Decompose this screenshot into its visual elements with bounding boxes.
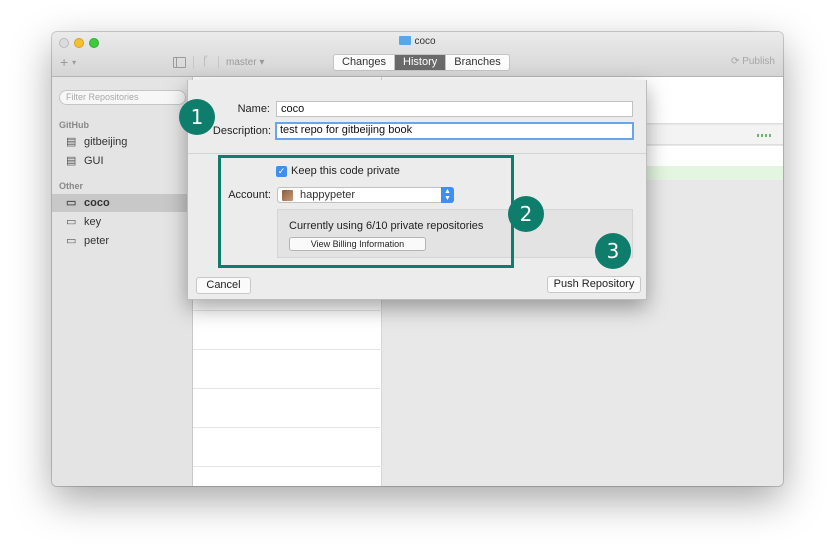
tab-changes[interactable]: Changes	[334, 55, 396, 70]
computer-icon: ▭	[66, 197, 77, 209]
sidebar-item-gui[interactable]: ▤ GUI	[52, 152, 193, 170]
toolbar-divider	[218, 56, 219, 69]
window-title-text: coco	[414, 36, 436, 47]
list-divider	[193, 427, 382, 428]
publish-button[interactable]: ⟳ Publish	[731, 56, 775, 67]
book-icon: ▤	[66, 155, 77, 167]
list-divider	[193, 466, 382, 467]
sync-icon: ⟳	[731, 56, 740, 67]
cancel-button[interactable]: Cancel	[196, 277, 251, 294]
name-input[interactable]: coco	[276, 101, 633, 117]
tab-history[interactable]: History	[395, 55, 447, 70]
plus-icon: +	[60, 54, 69, 70]
list-divider	[193, 310, 382, 311]
computer-icon: ▭	[66, 216, 77, 228]
push-repository-button[interactable]: Push Repository	[547, 276, 641, 293]
sidebar-item-gitbeijing[interactable]: ▤ gitbeijing	[52, 133, 193, 151]
annotation-badge-3: 3	[595, 233, 631, 269]
repo-label: gitbeijing	[84, 136, 128, 148]
diff-stat-indicator	[757, 134, 773, 137]
filter-repositories-input[interactable]: Filter Repositories	[59, 90, 186, 105]
dialog-fields-section	[188, 80, 646, 154]
toolbar-divider	[193, 56, 194, 69]
sidebar-item-peter[interactable]: ▭ peter	[52, 232, 193, 250]
repo-label: coco	[84, 197, 110, 209]
window-title: coco	[52, 36, 783, 47]
annotation-highlight-box	[218, 155, 514, 268]
branch-icon: ᚴ	[202, 54, 210, 68]
description-input[interactable]: test repo for gitbeijing book	[275, 122, 634, 140]
add-repository-button[interactable]: + ▾	[60, 54, 76, 70]
chevron-down-icon: ▾	[72, 58, 77, 67]
repo-label: key	[84, 216, 102, 228]
computer-icon: ▭	[66, 235, 77, 247]
list-divider	[193, 388, 382, 389]
view-tabs: Changes History Branches	[333, 54, 510, 71]
repo-label: peter	[84, 235, 110, 247]
sidebar-toggle-icon[interactable]	[173, 57, 186, 68]
sidebar-item-key[interactable]: ▭ key	[52, 213, 193, 231]
sidebar-item-coco[interactable]: ▭ coco	[52, 194, 193, 212]
repository-sidebar: Filter Repositories GitHub ▤ gitbeijing ▤…	[52, 77, 193, 486]
tab-branches[interactable]: Branches	[446, 55, 508, 70]
folder-icon	[399, 36, 412, 45]
title-bar: coco + ▾ ᚴ master ▾ Changes History Bran…	[52, 32, 783, 77]
publish-label: Publish	[742, 56, 775, 67]
repo-label: GUI	[84, 155, 104, 167]
name-label: Name:	[237, 103, 270, 115]
annotation-badge-2: 2	[508, 196, 544, 232]
book-icon: ▤	[66, 136, 77, 148]
branch-selector[interactable]: master ▾	[226, 57, 264, 68]
annotation-badge-1: 1	[179, 99, 215, 135]
list-divider	[193, 349, 382, 350]
group-label-other: Other	[59, 181, 84, 191]
group-label-github: GitHub	[59, 120, 89, 130]
